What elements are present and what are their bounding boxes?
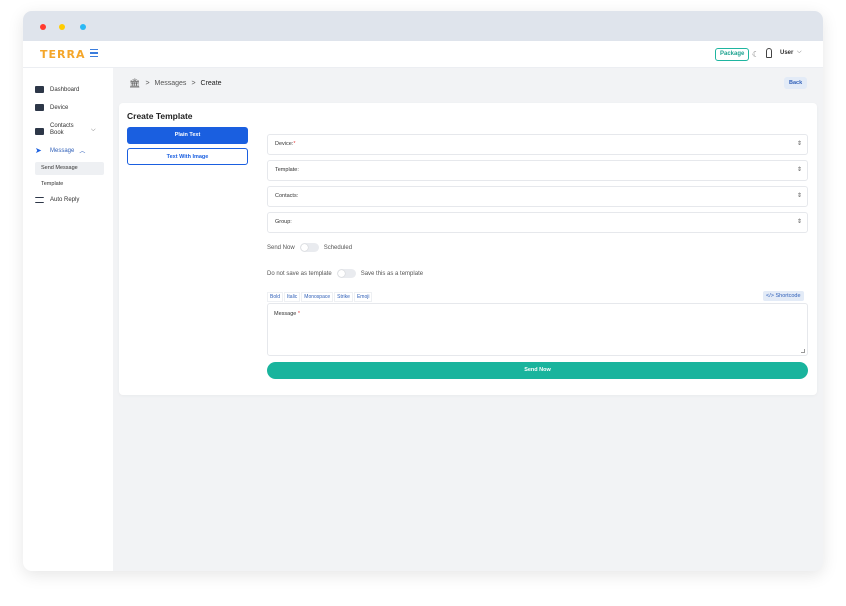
required-star: * [293,141,296,147]
sidebar-item-label: Auto Reply [50,197,80,203]
field-label: Template: [275,167,299,173]
emoji-button[interactable]: Emoji [353,292,373,302]
contacts-icon [35,127,44,135]
app-logo: TERRA [40,48,86,61]
breadcrumb: 🏛 > Messages > Create [129,78,222,89]
bell-icon[interactable] [766,48,772,58]
title-bar [23,11,823,41]
field-label: Device: [275,141,294,147]
moon-icon[interactable]: ☾ [752,50,759,59]
user-menu[interactable]: User [780,50,793,56]
sidebar: Dashboard Device Contacts Book ⌵ ➤ Messa… [23,68,113,571]
sidebar-subitem-send-message[interactable]: Send Message [35,162,104,175]
scheduled-label: Scheduled [323,244,353,251]
save-template-toggle-row: Do not save as template Save this as a t… [267,269,423,278]
breadcrumb-separator: > [191,80,196,87]
chevron-down-icon[interactable]: ⌵ [797,49,802,56]
sidebar-item-dashboard[interactable]: Dashboard [35,86,79,93]
send-icon: ➤ [35,146,42,155]
save-template-label: Save this as a template [360,270,424,277]
dashboard-icon [35,86,44,93]
resize-handle-icon[interactable] [801,349,805,353]
create-template-card: Create Template Plain Text Text With Ima… [119,103,817,395]
close-dot[interactable] [40,24,46,30]
field-label: Group: [275,219,292,225]
tab-plain-text[interactable]: Plain Text [127,127,248,144]
message-label: Message * [274,311,300,317]
sidebar-item-auto-reply[interactable]: Auto Reply [35,197,79,203]
send-now-label: Send Now [267,244,295,251]
contacts-select[interactable]: Contacts: ⇕ [267,186,808,207]
template-select[interactable]: Template: ⇕ [267,160,808,181]
top-bar: TERRA Package ☾ User ⌵ [23,41,823,68]
menu-toggle-icon[interactable] [90,49,98,58]
schedule-switch[interactable] [299,243,319,252]
bank-icon[interactable]: 🏛 [129,78,140,89]
schedule-toggle-row: Send Now Scheduled [267,243,352,252]
sidebar-item-device[interactable]: Device [35,104,68,111]
package-badge[interactable]: Package [715,48,750,61]
send-now-button[interactable]: Send Now [267,362,808,379]
select-arrows-icon: ⇕ [796,141,802,147]
device-icon [35,104,44,111]
monospace-button[interactable]: Monospace [301,292,334,302]
field-label: Contacts: [275,193,299,199]
chevron-down-icon: ⌵ [91,126,96,133]
sidebar-item-message[interactable]: ➤ Message ︿ [35,146,85,155]
back-button[interactable]: Back [784,77,808,89]
sidebar-item-label: Message [50,147,75,154]
minimize-dot[interactable] [59,24,65,30]
bold-button[interactable]: Bold [267,292,284,302]
page-title: Create Template [127,111,193,121]
sidebar-subitem-template[interactable]: Template [35,178,104,191]
sidebar-item-label: Contacts Book [50,123,74,136]
select-arrows-icon: ⇕ [796,193,802,199]
select-arrows-icon: ⇕ [796,167,802,173]
breadcrumb-separator: > [145,80,150,87]
format-toolbar: Bold Italic Monospace Strike Emoji [267,292,373,302]
sidebar-item-contacts-book[interactable]: Contacts Book ⌵ [35,123,96,137]
shortcode-button[interactable]: </> Shortcode [763,291,804,301]
save-template-switch[interactable] [336,269,356,278]
breadcrumb-messages[interactable]: Messages [155,80,187,87]
tab-text-with-image[interactable]: Text With Image [127,148,248,165]
group-select[interactable]: Group: ⇕ [267,212,808,233]
select-arrows-icon: ⇕ [796,219,802,225]
dont-save-label: Do not save as template [267,270,332,277]
app-window: TERRA Package ☾ User ⌵ Dashboard Device … [23,11,823,571]
sidebar-item-label: Dashboard [50,86,80,93]
chevron-up-icon: ︿ [79,149,86,155]
strike-button[interactable]: Strike [334,292,353,302]
message-textarea[interactable]: Message * [267,303,808,356]
auto-reply-icon [35,197,44,203]
device-select[interactable]: Device:* ⇕ [267,134,808,155]
maximize-dot[interactable] [80,24,86,30]
sidebar-item-label: Device [50,104,69,111]
italic-button[interactable]: Italic [284,292,301,302]
breadcrumb-current: Create [200,80,222,87]
